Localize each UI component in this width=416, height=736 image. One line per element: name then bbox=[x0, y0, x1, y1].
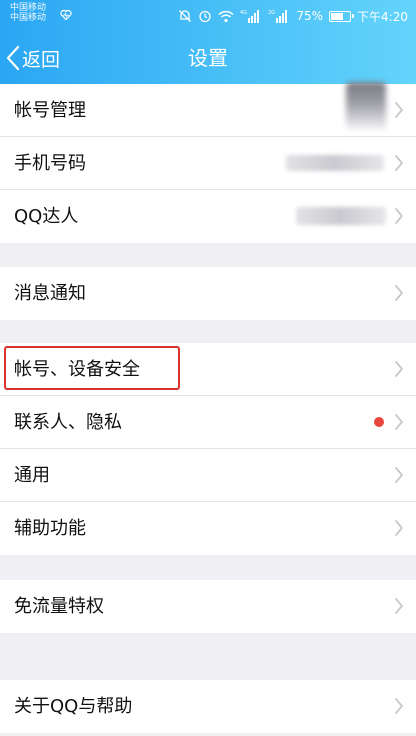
settings-group-notifications: 消息通知 bbox=[0, 267, 416, 320]
row-data-free-privilege[interactable]: 免流量特权 bbox=[0, 580, 416, 633]
carrier-line-1: 中国移动 bbox=[10, 3, 47, 13]
row-label: 联系人、隐私 bbox=[14, 412, 122, 433]
row-accessibility[interactable]: 辅助功能 bbox=[0, 502, 416, 555]
chevron-right-icon bbox=[395, 414, 403, 430]
row-label: 关于QQ与帮助 bbox=[14, 696, 133, 717]
network-label-1: 4G bbox=[240, 10, 247, 16]
row-label: 免流量特权 bbox=[14, 596, 104, 617]
wifi-icon bbox=[218, 10, 234, 22]
avatar bbox=[346, 82, 386, 132]
row-label: 通用 bbox=[14, 465, 50, 486]
page-title: 设置 bbox=[188, 46, 228, 70]
row-label: 帐号、设备安全 bbox=[14, 359, 140, 380]
settings-group-about: 关于QQ与帮助 bbox=[0, 680, 416, 733]
heart-icon bbox=[60, 9, 72, 21]
row-account-management[interactable]: 帐号管理 bbox=[0, 82, 416, 137]
row-general[interactable]: 通用 bbox=[0, 449, 416, 502]
mute-icon bbox=[179, 10, 192, 22]
nav-bar: 返回 设置 bbox=[0, 32, 416, 84]
settings-group-data-free: 免流量特权 bbox=[0, 580, 416, 633]
chevron-right-icon bbox=[395, 208, 403, 224]
qq-expert-value bbox=[296, 207, 386, 225]
row-account-device-security[interactable]: 帐号、设备安全 bbox=[0, 343, 416, 396]
row-message-notifications[interactable]: 消息通知 bbox=[0, 267, 416, 320]
row-label: 手机号码 bbox=[14, 153, 86, 174]
signal-icon: 4G bbox=[240, 10, 260, 23]
carrier-line-2: 中国移动 bbox=[10, 13, 47, 23]
row-contacts-privacy[interactable]: 联系人、隐私 bbox=[0, 396, 416, 449]
status-indicators: 4G 2G 75% 下午4:20 bbox=[178, 6, 408, 26]
chevron-right-icon bbox=[395, 598, 403, 614]
header: 中国移动 中国移动 4G 2G 75% 下午4:20 返回 设置 bbox=[0, 0, 416, 88]
settings-group-security: 帐号、设备安全 联系人、隐私 通用 辅助功能 bbox=[0, 343, 416, 555]
chevron-right-icon bbox=[395, 155, 403, 171]
notification-dot bbox=[374, 417, 384, 427]
row-label: 帐号管理 bbox=[14, 100, 86, 121]
chevron-right-icon bbox=[395, 467, 403, 483]
phone-number-value bbox=[286, 155, 384, 171]
status-time: 下午4:20 bbox=[357, 9, 408, 24]
network-label-2: 2G bbox=[268, 10, 275, 16]
battery-percent: 75% bbox=[296, 9, 324, 23]
carrier-info: 中国移动 中国移动 bbox=[10, 3, 72, 23]
battery-icon bbox=[329, 10, 355, 22]
row-label: 辅助功能 bbox=[14, 518, 86, 539]
signal-icon-2: 2G bbox=[268, 10, 288, 23]
chevron-right-icon bbox=[395, 361, 403, 377]
chevron-right-icon bbox=[395, 520, 403, 536]
battery-fill bbox=[331, 12, 344, 20]
alarm-icon bbox=[199, 10, 212, 23]
chevron-right-icon bbox=[395, 698, 403, 714]
row-about-help[interactable]: 关于QQ与帮助 bbox=[0, 680, 416, 733]
row-label: 消息通知 bbox=[14, 283, 86, 304]
row-phone-number[interactable]: 手机号码 bbox=[0, 137, 416, 190]
row-label: QQ达人 bbox=[14, 206, 79, 227]
row-qq-expert[interactable]: QQ达人 bbox=[0, 190, 416, 243]
settings-group-account: 帐号管理 手机号码 QQ达人 bbox=[0, 82, 416, 243]
status-bar: 中国移动 中国移动 4G 2G 75% 下午4:20 bbox=[0, 0, 416, 32]
chevron-right-icon bbox=[395, 102, 403, 118]
chevron-right-icon bbox=[395, 285, 403, 301]
